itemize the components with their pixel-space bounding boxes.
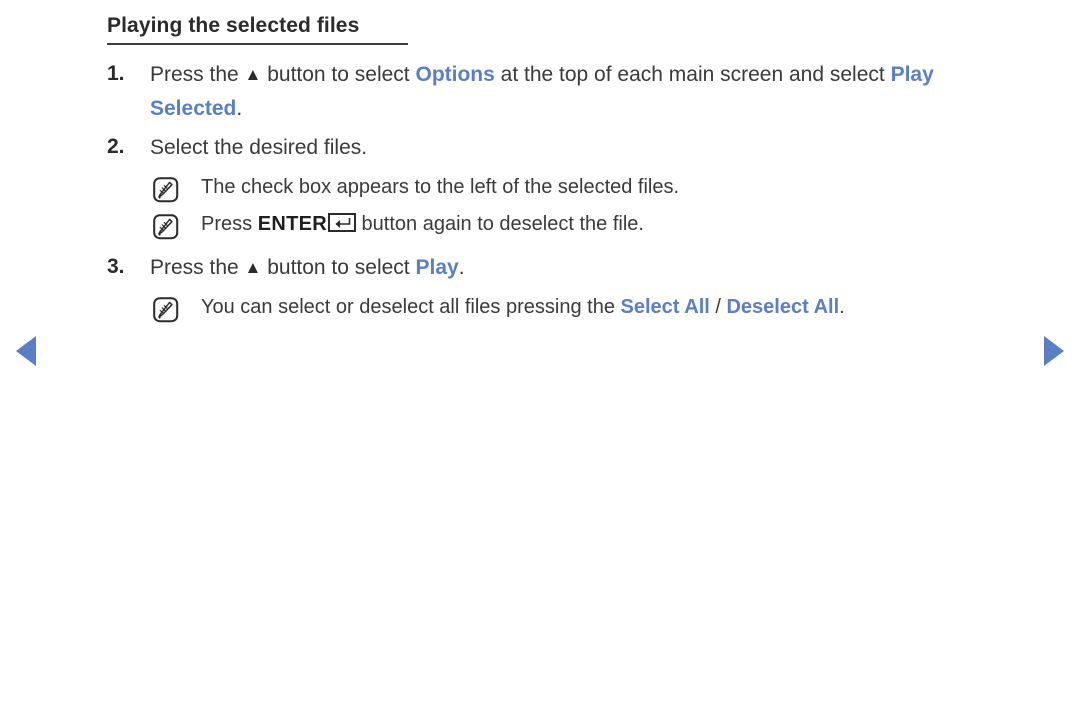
note-pencil-icon <box>152 296 180 324</box>
step-text-prefix: Press the <box>150 256 245 279</box>
note-text-prefix: You can select or deselect all files pre… <box>201 296 621 318</box>
step-text: Press the ▲ button to select Options at … <box>150 58 1007 126</box>
keyword-separator: / <box>710 296 727 318</box>
note-text: You can select or deselect all files pre… <box>201 290 1007 324</box>
note-text: The check box appears to the left of the… <box>201 170 1007 204</box>
step-text-mid: button to select <box>261 63 415 86</box>
menu-keyword-deselect-all: Deselect All <box>726 296 839 318</box>
enter-return-key-icon <box>328 213 356 232</box>
menu-keyword-options: Options <box>415 63 494 86</box>
list-item: 2. Select the desired files. <box>107 131 1007 165</box>
triangle-up-icon: ▲ <box>245 66 262 83</box>
step-text: Press the ▲ button to select Play. <box>150 251 1007 285</box>
menu-keyword-select-all: Select All <box>621 296 710 318</box>
step-number: 1. <box>107 58 150 90</box>
note-row: You can select or deselect all files pre… <box>152 290 1007 324</box>
step-number: 2. <box>107 131 150 163</box>
enter-key-label: ENTER <box>258 213 327 235</box>
step-text-prefix: Press the <box>150 63 245 86</box>
step-text-mid: button to select <box>261 256 415 279</box>
step-text-after1: at the top of each main screen and selec… <box>495 63 891 86</box>
step-text-after1: . <box>459 256 465 279</box>
triangle-right-icon[interactable] <box>1044 336 1064 366</box>
note-pencil-icon <box>152 213 180 241</box>
triangle-up-icon: ▲ <box>245 259 262 276</box>
page-heading-block: Playing the selected files <box>107 13 409 45</box>
triangle-left-icon[interactable] <box>16 336 36 366</box>
step-text-after2: . <box>236 97 242 120</box>
note-text-suffix: . <box>839 296 845 318</box>
manual-page: Playing the selected files 1. Press the … <box>0 0 1080 705</box>
page-title: Playing the selected files <box>107 13 409 39</box>
note-pencil-icon <box>152 176 180 204</box>
note-row: Press ENTER button again to deselect the… <box>152 207 1007 241</box>
note-text-suffix: button again to deselect the file. <box>356 213 644 235</box>
heading-underline <box>107 43 408 45</box>
list-item: 1. Press the ▲ button to select Options … <box>107 58 1007 126</box>
step-number: 3. <box>107 251 150 283</box>
note-text: Press ENTER button again to deselect the… <box>201 207 1007 241</box>
note-text-prefix: Press <box>201 213 258 235</box>
step-text: Select the desired files. <box>150 131 1007 165</box>
list-item: 3. Press the ▲ button to select Play. <box>107 251 1007 285</box>
note-row: The check box appears to the left of the… <box>152 170 1007 204</box>
instruction-list: 1. Press the ▲ button to select Options … <box>107 58 1007 327</box>
menu-keyword-play: Play <box>415 256 458 279</box>
